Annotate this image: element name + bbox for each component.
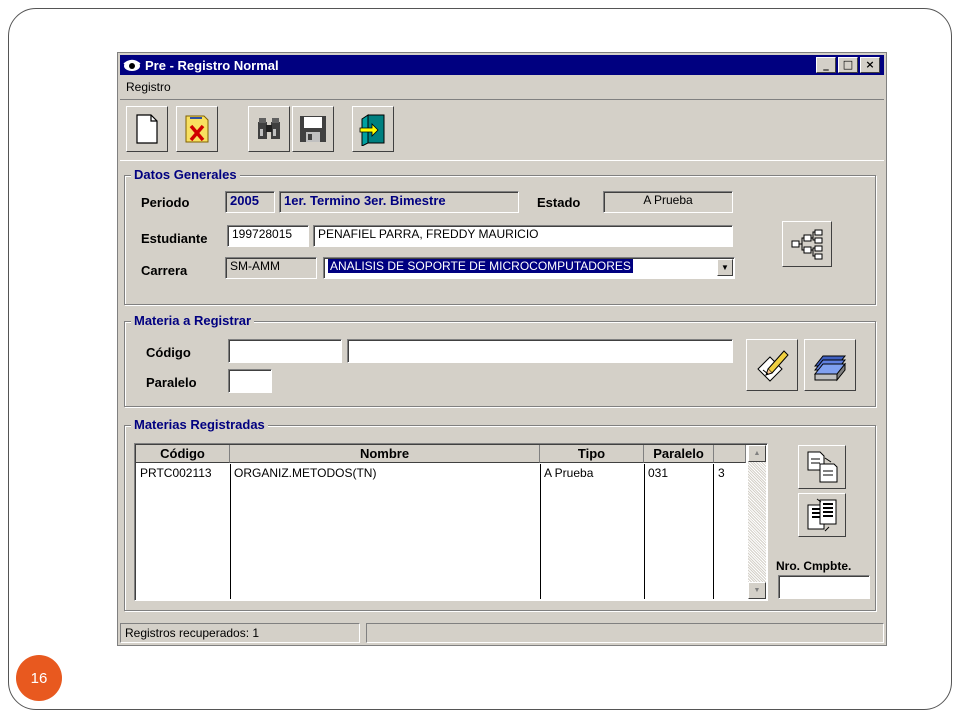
toolbar <box>120 99 884 161</box>
codigo-input[interactable] <box>228 339 342 363</box>
card-stack-icon <box>813 355 847 382</box>
paralelo-label: Paralelo <box>146 375 197 390</box>
estudiante-id-input[interactable]: 199728015 <box>227 225 309 247</box>
new-button[interactable] <box>126 106 168 152</box>
edit-subject-button[interactable] <box>746 339 798 391</box>
estado-field: A Prueba <box>603 191 733 213</box>
cancel-icon <box>185 115 209 143</box>
menu-bar: Registro <box>120 78 177 96</box>
cell-tipo: A Prueba <box>544 466 594 480</box>
column-header-extra[interactable] <box>714 445 746 463</box>
carrera-code-field: SM-AMM <box>225 257 317 279</box>
column-divider <box>230 464 231 599</box>
minimize-button[interactable]: _ <box>816 57 836 73</box>
scroll-down-icon[interactable]: ▼ <box>748 582 766 599</box>
column-header-codigo[interactable]: Código <box>136 445 230 463</box>
exit-button[interactable] <box>352 106 394 152</box>
copy-document-button[interactable] <box>798 445 846 489</box>
cancel-button[interactable] <box>176 106 218 152</box>
cell-paralelo: 031 <box>648 466 669 480</box>
status-message: Registros recuperados: 1 <box>120 623 360 643</box>
title-bar: Pre - Registro Normal _ □ × <box>120 55 884 75</box>
column-divider <box>644 464 645 599</box>
save-button[interactable] <box>292 106 334 152</box>
subjects-list-button[interactable] <box>804 339 856 391</box>
status-bar: Registros recuperados: 1 <box>120 621 884 643</box>
periodo-desc-field: 1er. Termino 3er. Bimestre <box>279 191 519 213</box>
maximize-button[interactable]: □ <box>838 57 858 73</box>
datos-generales-title: Datos Generales <box>131 167 240 182</box>
cell-nombre: ORGANIZ.METODOS(TN) <box>234 466 377 480</box>
materias-registradas-title: Materias Registradas <box>131 417 268 432</box>
cell-codigo: PRTC002113 <box>140 466 212 480</box>
search-button[interactable] <box>248 106 290 152</box>
new-document-icon <box>136 114 158 144</box>
materia-registrar-title: Materia a Registrar <box>131 313 255 328</box>
cell-extra: 3 <box>718 466 725 480</box>
save-disk-icon <box>300 116 326 142</box>
periodo-label: Periodo <box>141 195 190 210</box>
paralelo-input[interactable] <box>228 369 272 393</box>
codigo-label: Código <box>146 345 191 360</box>
app-window: Pre - Registro Normal _ □ × Registro Dat… <box>117 52 887 646</box>
organization-tree-button[interactable] <box>782 221 832 267</box>
estudiante-nombre-input[interactable]: PENAFIEL PARRA, FREDDY MAURICIO <box>313 225 733 247</box>
materia-nombre-input[interactable] <box>347 339 733 363</box>
vertical-scrollbar[interactable]: ▲ ▼ <box>748 445 766 599</box>
page-number-badge: 16 <box>16 655 62 701</box>
status-panel-secondary <box>366 623 884 643</box>
comprobante-label: Nro. Cmpbte. <box>776 559 852 573</box>
eye-icon <box>123 59 141 71</box>
close-button[interactable]: × <box>860 57 880 73</box>
registered-subjects-table[interactable]: Código Nombre Tipo Paralelo PRTC002113 O… <box>134 443 768 601</box>
scroll-up-icon[interactable]: ▲ <box>748 445 766 462</box>
comprobante-input[interactable] <box>778 575 870 599</box>
column-header-tipo[interactable]: Tipo <box>540 445 644 463</box>
window-title: Pre - Registro Normal <box>145 57 279 73</box>
document-copy-icon <box>807 451 838 483</box>
carrera-select[interactable]: ANALISIS DE SOPORTE DE MICROCOMPUTADORES… <box>323 257 735 279</box>
carrera-label: Carrera <box>141 263 188 278</box>
column-divider <box>713 464 714 599</box>
periodo-year-field: 2005 <box>225 191 275 213</box>
pencil-note-icon <box>757 350 789 382</box>
column-divider <box>540 464 541 599</box>
menu-registro[interactable]: Registro <box>120 78 177 96</box>
exit-door-icon <box>359 114 385 146</box>
hierarchy-tree-icon <box>791 229 823 260</box>
estado-label: Estado <box>537 195 581 210</box>
carrera-selected-value: ANALISIS DE SOPORTE DE MICROCOMPUTADORES <box>328 259 633 273</box>
documents-transfer-icon <box>807 498 837 532</box>
estudiante-label[interactable]: Estudiante <box>141 231 207 246</box>
search-binoculars-icon <box>258 118 280 139</box>
column-header-paralelo[interactable]: Paralelo <box>644 445 714 463</box>
chevron-down-icon[interactable]: ▼ <box>717 259 733 276</box>
transfer-documents-button[interactable] <box>798 493 846 537</box>
column-header-nombre[interactable]: Nombre <box>230 445 540 463</box>
